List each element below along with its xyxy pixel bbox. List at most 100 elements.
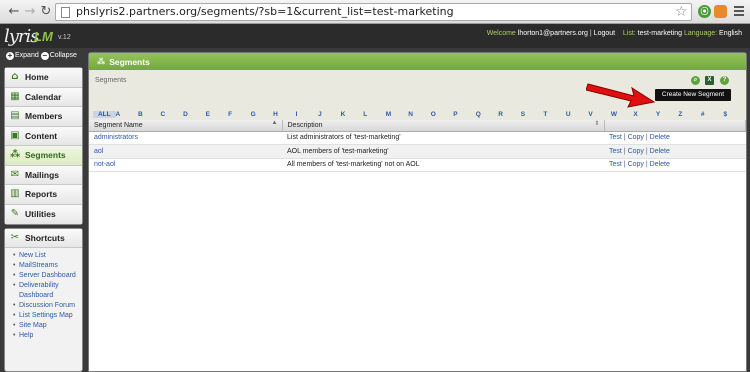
copy-link[interactable]: Copy: [628, 161, 644, 168]
alphabet-filter: ALL A B C D E F G H I J K L M N O P Q R …: [89, 109, 746, 120]
alpha-filter-letter[interactable]: U: [566, 111, 589, 118]
back-icon[interactable]: ←: [6, 4, 22, 20]
forward-icon[interactable]: →: [22, 4, 38, 20]
shortcut-mailstreams[interactable]: MailStreams: [13, 261, 82, 271]
header-divider: |: [589, 30, 592, 37]
test-link[interactable]: Test: [609, 161, 622, 168]
browser-menu-icon[interactable]: [734, 6, 744, 18]
alpha-filter-letter[interactable]: Q: [476, 111, 499, 118]
table-row: not-aol All members of 'test-marketing' …: [89, 158, 746, 172]
sidebar-nav: ⌂ Home ▦ Calendar ▤ Members ▣ Content ⁂ Segme…: [4, 67, 83, 225]
alpha-filter-letter[interactable]: R: [498, 111, 521, 118]
sort-icon: ⇕: [594, 121, 600, 127]
alpha-filter-letter[interactable]: Y: [656, 111, 679, 118]
language-value[interactable]: English: [719, 30, 742, 37]
excel-export-icon[interactable]: X: [705, 76, 714, 85]
column-header-description[interactable]: Description ⇕: [282, 120, 605, 132]
expand-button[interactable]: + Expand: [6, 52, 39, 60]
segments-icon: ⁂: [97, 57, 106, 66]
segment-name-link[interactable]: aol: [89, 144, 282, 159]
alpha-filter-letter[interactable]: W: [611, 111, 634, 118]
collapse-button[interactable]: − Collapse: [40, 52, 77, 60]
table-header-row: Segment Name ▲ Description ⇕: [89, 120, 746, 132]
sidebar-item-calendar[interactable]: ▦ Calendar: [5, 87, 82, 107]
alpha-filter-letter[interactable]: A: [116, 111, 139, 118]
shortcut-list-settings-map[interactable]: List Settings Map: [13, 311, 82, 321]
copy-link[interactable]: Copy: [628, 134, 644, 141]
table-row: administrators List administrators of 't…: [89, 131, 746, 145]
collapse-label: Collapse: [49, 52, 77, 59]
expand-collapse-row: + Expand − Collapse: [6, 52, 77, 60]
delete-link[interactable]: Delete: [650, 148, 670, 155]
alpha-filter-letter[interactable]: G: [251, 111, 274, 118]
version-label: v.12: [58, 34, 71, 41]
alpha-filter-letter[interactable]: K: [341, 111, 364, 118]
alpha-filter-letter[interactable]: M: [386, 111, 409, 118]
alpha-filter-letter[interactable]: O: [431, 111, 454, 118]
alpha-filter-letter[interactable]: D: [183, 111, 206, 118]
segment-name-link[interactable]: not-aol: [89, 158, 282, 172]
alpha-filter-letter[interactable]: I: [296, 111, 319, 118]
alpha-filter-letter[interactable]: F: [228, 111, 251, 118]
logout-link[interactable]: Logout: [594, 30, 615, 37]
alpha-filter-letter[interactable]: B: [138, 111, 161, 118]
copy-link[interactable]: Copy: [628, 148, 644, 155]
url-text[interactable]: phslyris2.partners.org/segments/?sb=1&cu…: [76, 5, 454, 18]
test-link[interactable]: Test: [609, 134, 622, 141]
separator: |: [623, 134, 626, 142]
shortcut-help[interactable]: Help: [13, 331, 82, 341]
bookmark-star-icon[interactable]: ☆: [675, 5, 688, 19]
alpha-filter-letter[interactable]: Z: [678, 111, 701, 118]
address-bar[interactable]: phslyris2.partners.org/segments/?sb=1&cu…: [55, 3, 692, 21]
members-icon: ▤: [10, 110, 20, 122]
shortcut-deliverability-dashboard[interactable]: Deliverability Dashboard: [13, 281, 82, 301]
alpha-filter-letter[interactable]: S: [521, 111, 544, 118]
alpha-filter-letter[interactable]: V: [588, 111, 611, 118]
shortcut-new-list[interactable]: New List: [13, 251, 82, 261]
user-email: lhorton1@partners.org: [517, 30, 588, 37]
main-panel: ⁂ Segments Segments ⌕ X ? Create New Seg…: [88, 52, 747, 372]
alpha-filter-letter[interactable]: P: [453, 111, 476, 118]
sidebar-item-reports[interactable]: ▥ Reports: [5, 185, 82, 205]
alpha-filter-letter[interactable]: L: [363, 111, 386, 118]
row-actions: Test | Copy | Delete: [604, 131, 746, 145]
shortcut-server-dashboard[interactable]: Server Dashboard: [13, 271, 82, 281]
alpha-filter-letter[interactable]: $: [723, 111, 746, 118]
sidebar-item-home[interactable]: ⌂ Home: [5, 68, 82, 88]
alpha-filter-letter[interactable]: E: [206, 111, 229, 118]
delete-link[interactable]: Delete: [650, 161, 670, 168]
sidebar-item-label: Reports: [25, 189, 58, 200]
alpha-filter-letter[interactable]: J: [318, 111, 341, 118]
alpha-filter-letter[interactable]: #: [701, 111, 724, 118]
app-header: lyris LM v.12 Welcome lhorton1@partners.…: [0, 24, 750, 48]
shortcuts-header[interactable]: ✂ Shortcuts: [5, 229, 82, 248]
sidebar-item-members[interactable]: ▤ Members: [5, 107, 82, 127]
row-actions: Test | Copy | Delete: [604, 144, 746, 159]
alpha-filter-letter[interactable]: X: [633, 111, 656, 118]
welcome-label: Welcome: [486, 30, 516, 37]
shortcut-discussion-forum[interactable]: Discussion Forum: [13, 301, 82, 311]
create-new-segment-button[interactable]: Create New Segment: [655, 89, 731, 101]
alpha-filter-letter[interactable]: C: [161, 111, 184, 118]
sidebar-item-mailings[interactable]: ✉ Mailings: [5, 165, 82, 185]
alpha-filter-letter[interactable]: T: [543, 111, 566, 118]
shortcuts-list: New List MailStreams Server Dashboard De…: [5, 248, 82, 341]
test-link[interactable]: Test: [609, 148, 622, 155]
shortcut-site-map[interactable]: Site Map: [13, 321, 82, 331]
delete-link[interactable]: Delete: [650, 134, 670, 141]
segment-description: AOL members of 'test-marketing': [282, 144, 604, 159]
alpha-filter-letter[interactable]: N: [408, 111, 431, 118]
extension-icon[interactable]: [714, 5, 727, 18]
sidebar-item-segments[interactable]: ⁂ Segments: [5, 146, 82, 166]
reload-icon[interactable]: ↻: [38, 4, 54, 20]
sidebar-item-utilities[interactable]: ✎ Utilities: [5, 204, 82, 224]
alpha-filter-letter[interactable]: H: [273, 111, 296, 118]
segment-name-link[interactable]: administrators: [89, 131, 282, 145]
help-icon[interactable]: ?: [720, 76, 729, 85]
sidebar-item-content[interactable]: ▣ Content: [5, 126, 82, 146]
search-icon[interactable]: ⌕: [691, 76, 700, 85]
list-value[interactable]: test-marketing: [638, 30, 682, 37]
column-header-segment-name[interactable]: Segment Name ▲: [89, 120, 283, 132]
alpha-filter-all[interactable]: ALL: [93, 111, 116, 118]
extension-icon[interactable]: ⦿: [698, 5, 711, 18]
